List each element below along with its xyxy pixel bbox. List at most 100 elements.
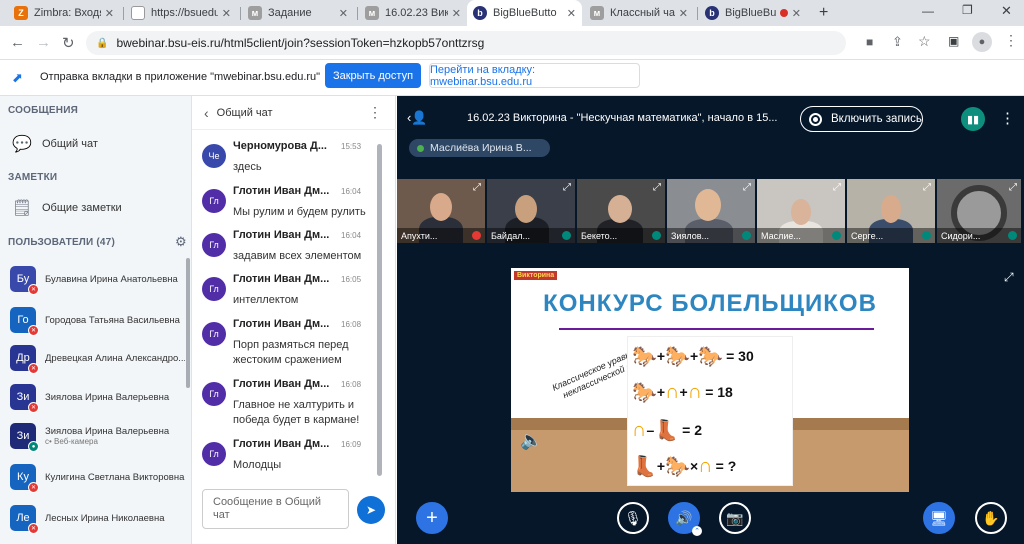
user-name: Зиялова Ирина Валерьевна: [45, 391, 170, 403]
send-message-button[interactable]: ➤: [357, 496, 385, 524]
cast-icon: ⬈: [12, 70, 23, 85]
expand-icon[interactable]: ⤢: [743, 182, 751, 193]
forward-icon[interactable]: →: [36, 34, 51, 51]
user-name: Булавина Ирина Анатольевна: [45, 273, 178, 285]
chat-options-icon[interactable]: ⋮: [368, 104, 382, 121]
user-list-item[interactable]: Бу ✕ Булавина Ирина Анатольевна: [10, 261, 186, 297]
avatar: Гл: [202, 189, 226, 213]
hand-icon: ✋: [982, 509, 1000, 526]
restore-icon[interactable]: ❐: [962, 3, 973, 17]
mute-mic-button[interactable]: 🎙: [617, 502, 649, 534]
browser-tab-klassny-chas[interactable]: м Классный час ✕: [584, 0, 694, 26]
url-bar[interactable]: 🔒 bwebinar.bsu-eis.ru/html5client/join?s…: [86, 31, 846, 55]
webcam-name: Байдал...: [491, 230, 530, 241]
speaker-icon[interactable]: 🔈: [520, 430, 542, 451]
camera-in-use-icon[interactable]: ■: [866, 35, 873, 49]
shared-notes-item[interactable]: 🗒 Общие заметки: [10, 198, 122, 218]
browser-tab-viktorina[interactable]: м 16.02.23 Викто ✕: [359, 0, 467, 26]
close-tab-icon[interactable]: ✕: [339, 7, 348, 20]
user-list-item[interactable]: Зи ✕ Зиялова Ирина Валерьевна: [10, 379, 186, 415]
user-list-item[interactable]: Ле ✕ Лесных Ирина Николаевна: [10, 500, 186, 536]
horseshoe-icon: ∩: [687, 380, 703, 403]
public-chat-item[interactable]: 💬 Общий чат: [10, 134, 98, 154]
reload-icon[interactable]: ↻: [62, 34, 75, 52]
message-time: 15:53: [341, 141, 362, 151]
user-name: Городова Татьяна Васильевна: [45, 314, 180, 326]
presentation-slide[interactable]: Викторина КОНКУРС БОЛЕЛЬЩИКОВ Классическ…: [511, 268, 909, 492]
actions-plus-button[interactable]: +: [416, 502, 448, 534]
close-tab-icon[interactable]: ✕: [567, 7, 576, 20]
browser-tab-bigbluebutton-active[interactable]: b BigBlueButto ✕: [467, 0, 582, 26]
meeting-options-icon[interactable]: ⋮: [1000, 109, 1015, 127]
chat-message-input[interactable]: Сообщение в Общий чат: [202, 489, 349, 529]
user-name: Кулигина Светлана Викторовна: [45, 471, 185, 483]
horseshoe-icon: ∩: [698, 454, 713, 477]
browser-tab-bigbluebutton-2[interactable]: b BigBlueBut ✕: [699, 0, 807, 26]
user-name: Зиялова Ирина Валерьевна: [45, 426, 170, 437]
share-icon[interactable]: ⇪: [892, 34, 903, 50]
mic-muted-icon: ✕: [28, 363, 39, 374]
webcam-tile[interactable]: ⤢ Маслие...: [757, 179, 845, 243]
user-list-item[interactable]: Ку ✕ Кулигина Светлана Викторовна: [10, 459, 186, 495]
new-tab-button[interactable]: +: [819, 4, 828, 22]
mic-off-icon: 🎙: [624, 509, 642, 526]
equation-puzzle: 🐎 + 🐎 + 🐎 = 30 🐎 + ∩ + ∩ = 18 ∩ – 👢 = 2 👢 + 🐎 × ∩ = ?: [627, 336, 793, 486]
close-tab-icon[interactable]: ✕: [222, 7, 231, 20]
message-text: Порп размяться перед жестоким сражением: [233, 339, 349, 366]
message-text: Главное не халтурить и победа будет в ка…: [233, 399, 360, 426]
close-tab-icon[interactable]: ✕: [792, 7, 801, 20]
minimize-icon[interactable]: —: [922, 4, 934, 18]
start-recording-button[interactable]: Включить запись: [800, 106, 923, 132]
expand-icon[interactable]: ⤢: [563, 182, 571, 193]
expand-icon[interactable]: ⤢: [833, 182, 841, 193]
users-toggle-icon[interactable]: ‹👤: [407, 110, 428, 126]
audio-button[interactable]: 🔊 ⌃: [668, 502, 702, 536]
webcam-tile[interactable]: ⤢ Сидори...: [937, 179, 1021, 243]
browser-tab-bsuedu[interactable]: https://bsuedu ✕: [125, 0, 237, 26]
fullscreen-icon[interactable]: ⤢: [1004, 270, 1014, 285]
connection-status-icon[interactable]: ▮▮: [961, 107, 985, 131]
settings-gear-icon[interactable]: ⚙: [175, 234, 187, 250]
webcam-name: Бекето...: [581, 230, 618, 241]
user-list-item[interactable]: Др ✕ Древецкая Алина Александро...: [10, 340, 186, 376]
go-to-tab-button[interactable]: Перейти на вкладку: mwebinar.bsu.edu.ru: [429, 63, 640, 88]
close-tab-icon[interactable]: ✕: [679, 7, 688, 20]
horse-icon: 🐎: [698, 345, 724, 368]
avatar: Гл: [202, 322, 226, 346]
presentation-button[interactable]: 🖥: [923, 502, 955, 534]
chat-scrollbar[interactable]: [377, 144, 382, 476]
user-list-item[interactable]: Зи ● Зиялова Ирина Валерьевна с• Веб-каме…: [10, 418, 186, 454]
shared-notes-label: Общие заметки: [42, 202, 122, 214]
expand-icon[interactable]: ⤢: [653, 182, 661, 193]
audio-options-icon[interactable]: ⌃: [692, 526, 702, 536]
tab-title: Задание: [268, 7, 312, 19]
tab-sharing-infobar: ⬈ Отправка вкладки в приложение "mwebina…: [0, 60, 1024, 96]
raise-hand-button[interactable]: ✋: [975, 502, 1007, 534]
webcam-tile[interactable]: ⤢ Байдал...: [487, 179, 575, 243]
webcam-tile[interactable]: ⤢ Серге...: [847, 179, 935, 243]
browser-tab-zimbra[interactable]: Z Zimbra: Входящ ✕: [8, 0, 120, 26]
chevron-left-icon[interactable]: ‹: [204, 105, 209, 121]
webcam-tile[interactable]: ⤢ Бекето...: [577, 179, 665, 243]
user-list-item[interactable]: Го ✕ Городова Татьяна Васильевна: [10, 302, 186, 338]
stop-sharing-button[interactable]: Закрыть доступ: [325, 63, 421, 88]
side-panel-icon[interactable]: ▣: [948, 34, 959, 48]
close-window-icon[interactable]: ✕: [1001, 3, 1012, 19]
expand-icon[interactable]: ⤢: [923, 182, 931, 193]
webcam-tile[interactable]: ⤢ Апухти...: [397, 179, 485, 243]
message-time: 16:04: [341, 186, 362, 196]
browser-menu-icon[interactable]: ⋮: [1004, 32, 1018, 49]
back-icon[interactable]: ←: [10, 34, 25, 51]
close-tab-icon[interactable]: ✕: [452, 7, 461, 20]
webcam-tile[interactable]: ⤢ Зиялов...: [667, 179, 755, 243]
user-list-scrollbar[interactable]: [186, 258, 190, 388]
expand-icon[interactable]: ⤢: [473, 182, 481, 193]
close-tab-icon[interactable]: ✕: [105, 7, 114, 20]
bookmark-star-icon[interactable]: ☆: [918, 33, 931, 50]
sender-name: Глотин Иван Дм...: [233, 318, 330, 330]
browser-tab-zadanie[interactable]: м Задание ✕: [242, 0, 354, 26]
camera-off-button[interactable]: 📷: [719, 502, 751, 534]
profile-avatar-icon[interactable]: ●: [972, 32, 992, 52]
expand-icon[interactable]: ⤢: [1009, 182, 1017, 193]
mic-on-icon: [922, 231, 931, 240]
